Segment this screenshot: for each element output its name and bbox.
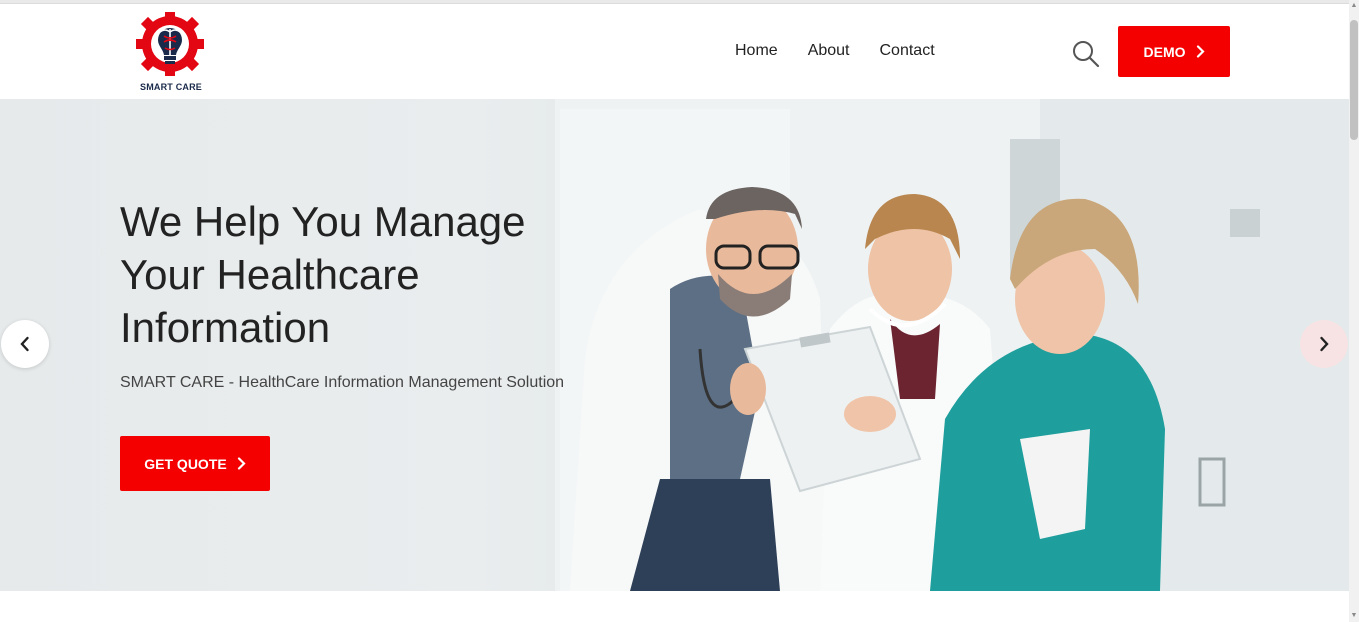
search-button[interactable]	[1071, 39, 1101, 69]
page-scrollbar[interactable]: ▲ ▼	[1349, 0, 1359, 622]
hero-title: We Help You Manage Your Healthcare Infor…	[120, 198, 526, 351]
hero-subtitle: SMART CARE - HealthCare Information Mana…	[120, 374, 565, 391]
chevron-right-icon	[237, 457, 246, 470]
chevron-left-icon	[20, 336, 29, 352]
get-quote-label: GET QUOTE	[144, 455, 227, 472]
nav-contact[interactable]: Contact	[880, 42, 935, 60]
main-nav: Home About Contact	[735, 42, 935, 60]
get-quote-button[interactable]: GET QUOTE	[120, 436, 270, 491]
brand-name: SMART CARE	[140, 82, 202, 92]
hero-slider: We Help You Manage Your Healthcare Infor…	[0, 99, 1349, 591]
scrollbar-thumb[interactable]	[1350, 20, 1358, 140]
demo-button-label: DEMO	[1143, 43, 1186, 60]
demo-button[interactable]: DEMO	[1118, 26, 1230, 77]
site-header: SMART CARE Home About Contact DEMO	[0, 4, 1349, 99]
scroll-up-icon[interactable]: ▲	[1349, 0, 1359, 12]
slider-next-button[interactable]	[1300, 320, 1348, 368]
nav-about[interactable]: About	[808, 42, 850, 60]
chevron-right-icon	[1320, 336, 1329, 352]
scroll-down-icon[interactable]: ▼	[1349, 610, 1359, 622]
search-icon	[1073, 41, 1100, 68]
brand-logo[interactable]: SMART CARE	[130, 10, 212, 98]
slider-prev-button[interactable]	[1, 320, 49, 368]
gear-caduceus-bulb-logo-icon	[136, 12, 204, 76]
chevron-right-icon	[1196, 45, 1205, 58]
nav-home[interactable]: Home	[735, 42, 778, 60]
